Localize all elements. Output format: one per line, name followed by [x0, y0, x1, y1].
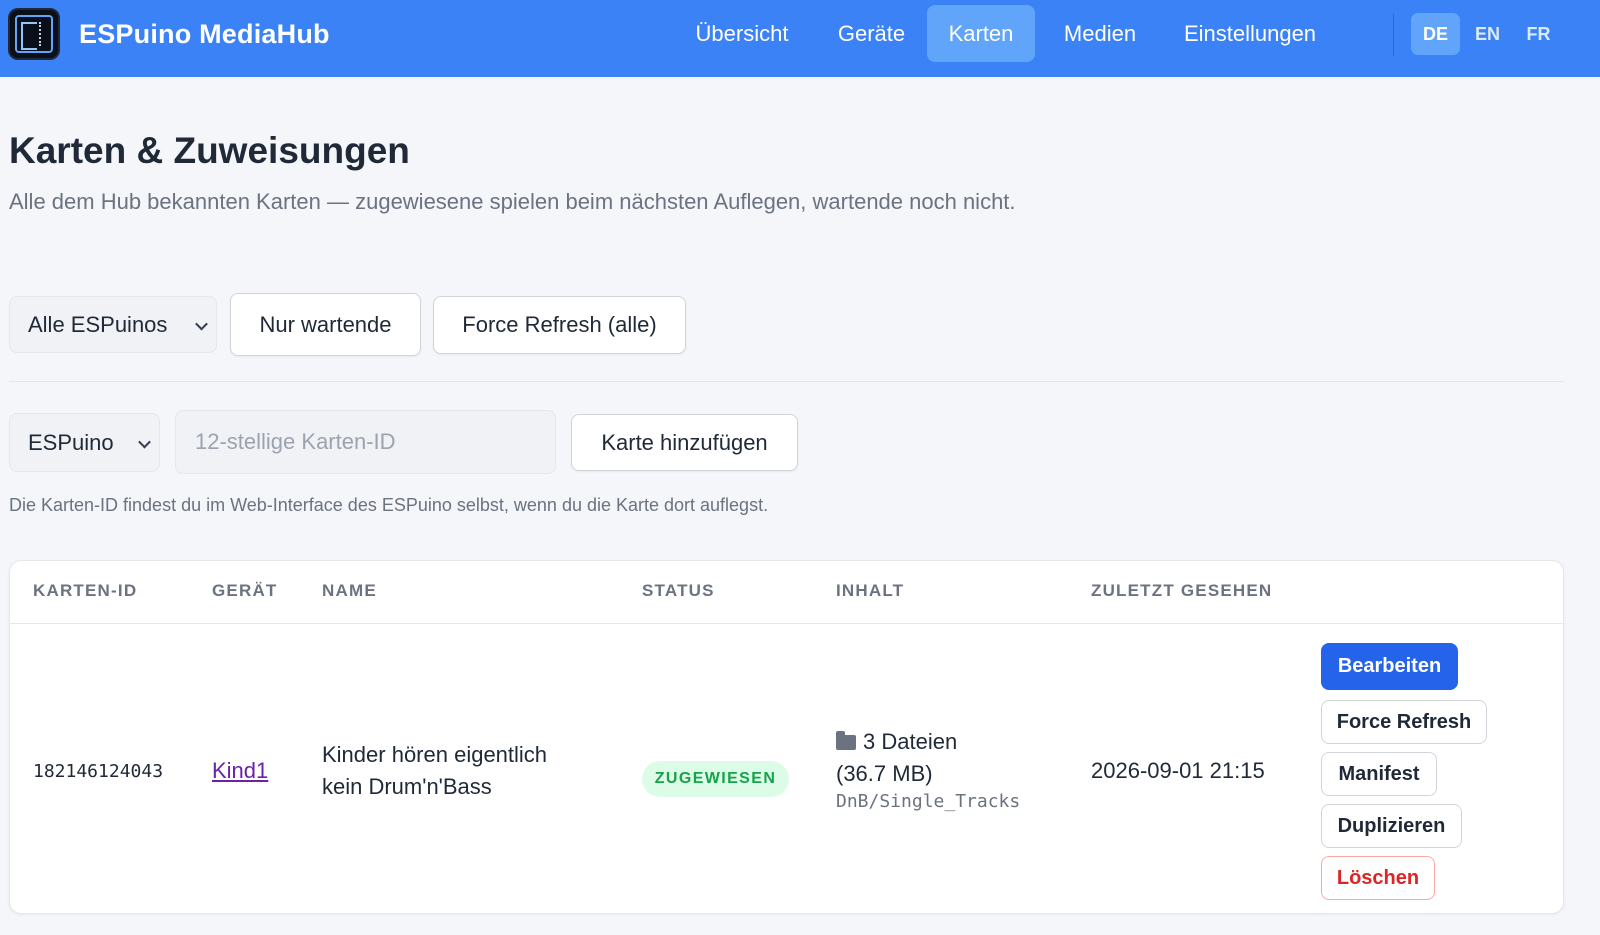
last-seen-cell: 2026-09-01 21:15 [1091, 758, 1265, 783]
top-navbar: ESPuino MediaHub Übersicht Geräte Karten… [0, 0, 1600, 77]
nav-item-uebersicht[interactable]: Übersicht [682, 5, 802, 62]
nav-divider [1393, 14, 1394, 56]
nav-item-karten[interactable]: Karten [927, 5, 1035, 62]
card-name-line2: kein Drum'n'Bass [322, 774, 492, 799]
card-id-placeholder: 12-stellige Karten-ID [195, 429, 396, 454]
add-card-device-value: ESPuino [28, 429, 114, 455]
app-logo-icon[interactable] [8, 8, 60, 60]
column-header-card-id: KARTEN-ID [33, 581, 138, 600]
nav-item-einstellungen[interactable]: Einstellungen [1168, 5, 1332, 62]
card-id-input[interactable]: 12-stellige Karten-ID [175, 410, 556, 474]
content-size: (36.7 MB) [836, 761, 933, 786]
add-card-device-select[interactable]: ESPuino [9, 413, 160, 472]
column-header-content: INHALT [836, 581, 905, 600]
column-header-last-seen: ZULETZT GESEHEN [1091, 581, 1273, 600]
card-name-line1: Kinder hören eigentlich [322, 742, 548, 767]
lang-fr-button[interactable]: FR [1514, 13, 1563, 55]
device-filter-select[interactable]: Alle ESPuinos [9, 296, 217, 353]
status-badge: ZUGEWIESEN [642, 761, 789, 797]
nav-item-geraete[interactable]: Geräte [819, 5, 924, 62]
only-waiting-button[interactable]: Nur wartende [230, 293, 421, 356]
nav-item-medien[interactable]: Medien [1049, 5, 1151, 62]
duplicate-button[interactable]: Duplizieren [1321, 804, 1462, 848]
content-path: DnB/Single_Tracks [836, 791, 1021, 812]
content-summary: 3 Dateien [836, 726, 957, 758]
column-header-device: GERÄT [212, 581, 278, 600]
chevron-down-icon [195, 317, 208, 330]
app-title[interactable]: ESPuino MediaHub [79, 19, 330, 50]
folder-icon [836, 731, 856, 750]
table-header-divider [10, 623, 1563, 624]
column-header-status: STATUS [642, 581, 715, 600]
edit-button[interactable]: Bearbeiten [1321, 643, 1458, 690]
device-link[interactable]: Kind1 [212, 755, 268, 787]
page-title: Karten & Zuweisungen [9, 130, 410, 171]
lang-en-button[interactable]: EN [1463, 13, 1512, 55]
force-refresh-all-button[interactable]: Force Refresh (alle) [433, 296, 686, 354]
manifest-button[interactable]: Manifest [1321, 752, 1437, 796]
lang-de-button[interactable]: DE [1411, 13, 1460, 55]
force-refresh-button[interactable]: Force Refresh [1321, 700, 1487, 744]
section-divider [9, 381, 1564, 382]
device-filter-value: Alle ESPuinos [28, 311, 168, 337]
card-id-cell: 182146124043 [33, 761, 164, 782]
card-id-hint: Die Karten-ID findest du im Web-Interfac… [9, 495, 769, 515]
content-file-count: 3 Dateien [863, 729, 958, 754]
page-subtitle: Alle dem Hub bekannten Karten — zugewies… [9, 189, 1016, 214]
delete-button[interactable]: Löschen [1321, 856, 1435, 900]
column-header-name: NAME [322, 581, 377, 600]
chevron-down-icon [138, 435, 151, 448]
add-card-button[interactable]: Karte hinzufügen [571, 414, 798, 471]
